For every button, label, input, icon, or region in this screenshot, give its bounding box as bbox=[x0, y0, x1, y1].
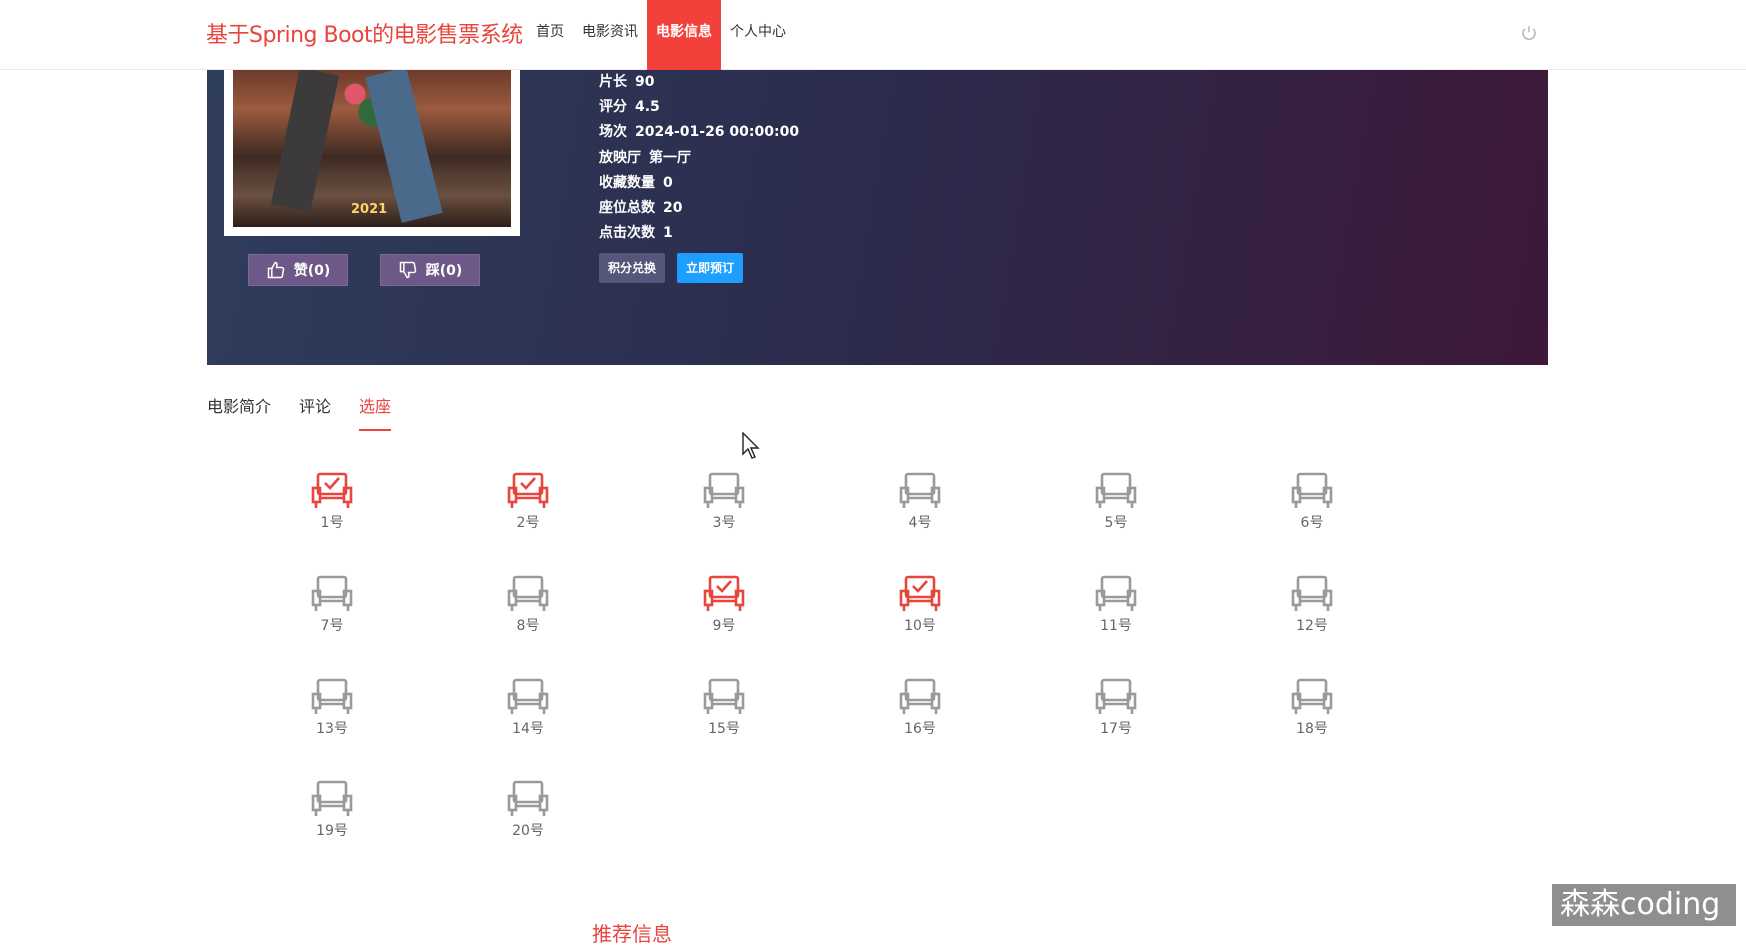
like-button[interactable]: 赞(0) bbox=[248, 254, 348, 286]
seat-number: 9号 bbox=[712, 618, 736, 634]
recommend-heading: 推荐信息 bbox=[592, 922, 672, 946]
seat-14[interactable]: 14号 bbox=[483, 676, 573, 738]
seat-number: 20号 bbox=[512, 823, 544, 839]
seat-number: 10号 bbox=[904, 618, 936, 634]
seat-icon bbox=[899, 472, 941, 508]
seat-number: 6号 bbox=[1300, 515, 1324, 531]
thumbs-down-icon bbox=[399, 261, 416, 279]
book-now-button[interactable]: 立即预订 bbox=[677, 253, 744, 283]
action-buttons: 积分兑换 立即预订 bbox=[599, 253, 744, 283]
seat-9[interactable]: 9号 bbox=[679, 573, 769, 635]
seat-selected-icon bbox=[899, 575, 941, 611]
seat-11[interactable]: 11号 bbox=[1071, 573, 1161, 635]
seat-7[interactable]: 7号 bbox=[287, 573, 377, 635]
info-showtime: 场次 2024-01-26 00:00:00 bbox=[599, 124, 800, 141]
seat-icon bbox=[507, 575, 549, 611]
seat-5[interactable]: 5号 bbox=[1071, 470, 1161, 532]
seat-selected-icon bbox=[311, 472, 353, 508]
seat-selected-icon bbox=[507, 472, 549, 508]
seat-number: 13号 bbox=[316, 721, 348, 737]
seat-icon bbox=[1095, 678, 1137, 714]
site-title[interactable]: 基于Spring Boot的电影售票系统 bbox=[206, 17, 523, 49]
seat-4[interactable]: 4号 bbox=[875, 470, 965, 532]
seat-number: 17号 bbox=[1100, 721, 1132, 737]
seat-icon bbox=[507, 678, 549, 714]
seat-number: 12号 bbox=[1296, 618, 1328, 634]
like-label: 赞(0) bbox=[293, 263, 331, 279]
seat-selected-icon bbox=[703, 575, 745, 611]
power-icon[interactable] bbox=[1520, 24, 1538, 42]
seat-icon bbox=[507, 780, 549, 816]
seat-1[interactable]: 1号 bbox=[287, 470, 377, 532]
seat-icon bbox=[311, 780, 353, 816]
movie-poster: 2021 bbox=[233, 70, 511, 227]
movie-info-list: 片长 90 评分 4.5 场次 2024-01-26 00:00:00 放映厅 第一厅 … bbox=[599, 70, 799, 246]
mouse-cursor-icon bbox=[742, 432, 760, 459]
seat-19[interactable]: 19号 bbox=[287, 778, 377, 840]
seat-10[interactable]: 10号 bbox=[875, 573, 965, 635]
seat-16[interactable]: 16号 bbox=[875, 676, 965, 738]
info-total-seats: 座位总数 20 bbox=[599, 199, 683, 216]
seat-number: 5号 bbox=[1104, 515, 1128, 531]
info-duration: 片长 90 bbox=[599, 74, 655, 90]
detail-tabs: 电影简介 评论 选座 bbox=[207, 393, 392, 431]
seat-number: 19号 bbox=[316, 823, 348, 839]
info-clicks: 点击次数 1 bbox=[599, 225, 673, 242]
seat-18[interactable]: 18号 bbox=[1267, 676, 1357, 738]
seat-13[interactable]: 13号 bbox=[287, 676, 377, 738]
thumbs-up-icon bbox=[267, 261, 284, 279]
seat-icon bbox=[1095, 575, 1137, 611]
seat-number: 4号 bbox=[908, 515, 932, 531]
info-rating: 评分 4.5 bbox=[599, 99, 660, 116]
seat-icon bbox=[703, 472, 745, 508]
seat-icon bbox=[311, 678, 353, 714]
nav-movie-info[interactable]: 电影信息 bbox=[647, 0, 721, 70]
seat-icon bbox=[1291, 575, 1333, 611]
info-favorites: 收藏数量 0 bbox=[599, 174, 673, 191]
seat-2[interactable]: 2号 bbox=[483, 470, 573, 532]
seat-12[interactable]: 12号 bbox=[1267, 573, 1357, 635]
seat-number: 2号 bbox=[516, 515, 540, 531]
seat-icon bbox=[899, 678, 941, 714]
top-nav: 基于Spring Boot的电影售票系统 首页 电影资讯 电影信息 个人中心 bbox=[0, 0, 1746, 70]
seat-number: 1号 bbox=[320, 515, 344, 531]
tab-intro[interactable]: 电影简介 bbox=[207, 393, 271, 431]
seat-number: 15号 bbox=[708, 721, 740, 737]
watermark: 森森coding bbox=[1552, 884, 1736, 926]
nav-user-center[interactable]: 个人中心 bbox=[721, 0, 795, 70]
points-exchange-button[interactable]: 积分兑换 bbox=[599, 253, 666, 283]
dislike-button[interactable]: 踩(0) bbox=[380, 254, 480, 286]
seat-number: 16号 bbox=[904, 721, 936, 737]
nav-news[interactable]: 电影资讯 bbox=[573, 0, 647, 70]
seat-icon bbox=[1291, 472, 1333, 508]
movie-detail-banner: 2021 赞(0) 踩(0) 片长 90 评分 4.5 场次 2024-01-26 0… bbox=[207, 70, 1548, 365]
seat-icon bbox=[311, 575, 353, 611]
nav-home[interactable]: 首页 bbox=[527, 0, 573, 70]
seat-20[interactable]: 20号 bbox=[483, 778, 573, 840]
poster-year: 2021 bbox=[351, 202, 388, 217]
tab-comments[interactable]: 评论 bbox=[299, 393, 331, 431]
seat-8[interactable]: 8号 bbox=[483, 573, 573, 635]
tab-seat-selection[interactable]: 选座 bbox=[359, 393, 392, 431]
seat-15[interactable]: 15号 bbox=[679, 676, 769, 738]
seat-number: 14号 bbox=[512, 721, 544, 737]
info-hall: 放映厅 第一厅 bbox=[599, 149, 691, 166]
seat-icon bbox=[1291, 678, 1333, 714]
seat-icon bbox=[1095, 472, 1137, 508]
seat-number: 7号 bbox=[320, 618, 344, 634]
seat-17[interactable]: 17号 bbox=[1071, 676, 1161, 738]
dislike-label: 踩(0) bbox=[425, 263, 463, 279]
seat-icon bbox=[703, 678, 745, 714]
seat-3[interactable]: 3号 bbox=[679, 470, 769, 532]
main-nav: 首页 电影资讯 电影信息 个人中心 bbox=[527, 0, 795, 70]
seat-number: 11号 bbox=[1100, 618, 1132, 634]
poster-frame: 2021 bbox=[224, 70, 520, 236]
seat-6[interactable]: 6号 bbox=[1267, 470, 1357, 532]
seat-number: 3号 bbox=[712, 515, 736, 531]
seat-number: 8号 bbox=[516, 618, 540, 634]
seat-number: 18号 bbox=[1296, 721, 1328, 737]
